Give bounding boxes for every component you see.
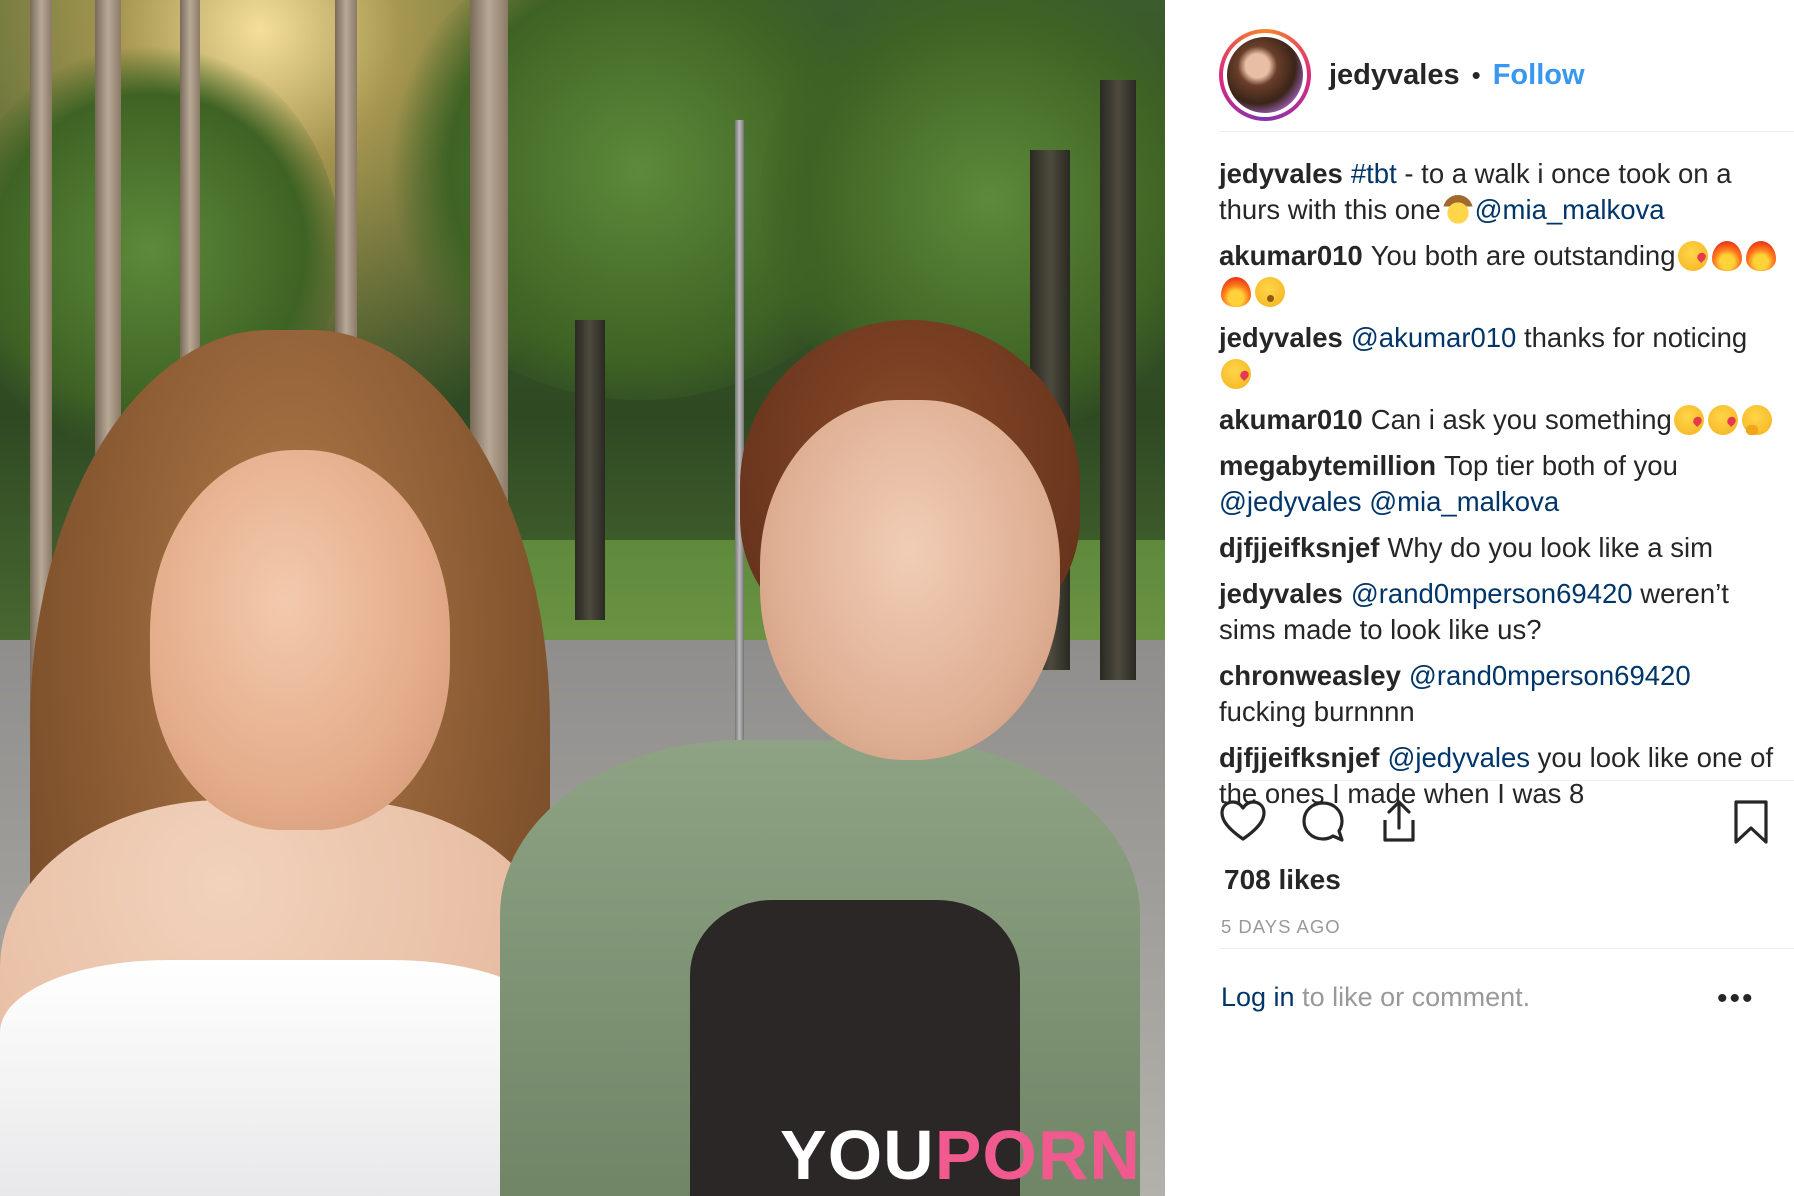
- comment: akumar010 You both are outstanding: [1219, 238, 1779, 310]
- post-timestamp[interactable]: 5 DAYS AGO: [1221, 916, 1341, 938]
- shirt-logo-part1: YOU: [780, 1116, 935, 1194]
- header-separator: •: [1471, 59, 1481, 90]
- comment: chronweasley @rand0mperson69420 fucking b…: [1219, 658, 1779, 730]
- comment: jedyvales @rand0mperson69420 weren’t sims…: [1219, 576, 1779, 648]
- mention-link[interactable]: @akumar010: [1351, 322, 1517, 353]
- comment-username[interactable]: jedyvales: [1219, 158, 1343, 189]
- action-bar: [1219, 798, 1775, 854]
- instagram-post: YOUPORN jedyvales • Follow jedyvales #tbt…: [0, 0, 1794, 1196]
- header-username[interactable]: jedyvales: [1329, 59, 1460, 92]
- kiss-emoji: [1673, 405, 1704, 435]
- fire-emoji: [1745, 241, 1776, 271]
- hashtag-link[interactable]: #tbt: [1351, 158, 1397, 189]
- comment-text: Why do you look like a sim: [1387, 532, 1713, 563]
- avatar-frame: [1223, 33, 1307, 117]
- shirt-logo-part2: PORN: [934, 1116, 1141, 1194]
- comment-username[interactable]: chronweasley: [1219, 660, 1401, 691]
- post-sidebar: jedyvales • Follow jedyvales #tbt - to a …: [1165, 0, 1794, 1196]
- comment-username[interactable]: jedyvales: [1219, 322, 1343, 353]
- whistle-emoji: [1255, 277, 1285, 307]
- heart-icon[interactable]: [1219, 798, 1273, 852]
- comment: megabytemillion Top tier both of you @jed…: [1219, 448, 1779, 520]
- login-suffix: to like or comment.: [1294, 982, 1531, 1012]
- woman-left-white-top: [0, 960, 560, 1196]
- mention-link[interactable]: @jedyvales: [1219, 486, 1362, 517]
- comment-username[interactable]: megabytemillion: [1219, 450, 1436, 481]
- cowboy-emoji: [1442, 195, 1473, 225]
- mention-link[interactable]: @rand0mperson69420: [1409, 660, 1691, 691]
- likes-count[interactable]: 708 likes: [1224, 864, 1341, 896]
- comment: djfjjeifksnjef Why do you look like a sim: [1219, 530, 1779, 566]
- login-prompt: Log in to like or comment.: [1221, 982, 1530, 1013]
- tree-trunk: [575, 320, 605, 620]
- kiss-emoji: [1221, 359, 1251, 389]
- story-ring[interactable]: [1219, 29, 1311, 121]
- comment-text: Can i ask you something: [1370, 404, 1672, 435]
- comment: jedyvales @akumar010 thanks for noticing: [1219, 320, 1779, 392]
- comment-username[interactable]: akumar010: [1219, 404, 1363, 435]
- post-photo[interactable]: YOUPORN: [0, 0, 1165, 1196]
- kiss-emoji: [1707, 405, 1738, 435]
- mention-link[interactable]: @rand0mperson69420: [1351, 578, 1633, 609]
- header-divider: [1219, 131, 1794, 132]
- fire-emoji: [1711, 241, 1742, 271]
- login-link[interactable]: Log in: [1221, 982, 1295, 1012]
- mention-link[interactable]: @jedyvales: [1387, 742, 1530, 773]
- kiss-emoji: [1677, 241, 1708, 271]
- comment-text: You both are outstanding: [1370, 240, 1676, 271]
- comments-divider: [1219, 780, 1794, 781]
- post-header: jedyvales • Follow: [1219, 27, 1585, 123]
- mention-link[interactable]: @mia_malkova: [1475, 194, 1665, 225]
- comment-username[interactable]: djfjjeifksnjef: [1219, 532, 1379, 563]
- tree-trunk: [1100, 80, 1136, 680]
- woman-right-face: [760, 400, 1060, 760]
- woman-left-face: [150, 450, 450, 830]
- share-icon[interactable]: [1375, 798, 1429, 852]
- comments-list: jedyvales #tbt - to a walk i once took on…: [1219, 156, 1779, 822]
- shirt-logo: YOUPORN: [780, 1120, 1141, 1190]
- follow-button[interactable]: Follow: [1493, 59, 1585, 92]
- comment-text: thanks for noticing: [1516, 322, 1748, 353]
- comment: akumar010 Can i ask you something: [1219, 402, 1779, 438]
- more-options-icon[interactable]: •••: [1717, 982, 1755, 1016]
- mention-link[interactable]: @mia_malkova: [1369, 486, 1559, 517]
- comment-icon[interactable]: [1299, 798, 1353, 852]
- comment-username[interactable]: djfjjeifksnjef: [1219, 742, 1379, 773]
- comment-text: fucking burnnnn: [1219, 696, 1415, 727]
- avatar[interactable]: [1227, 37, 1303, 113]
- lamp-post: [735, 120, 744, 760]
- think-emoji: [1741, 405, 1772, 435]
- footer-divider: [1219, 948, 1794, 949]
- bookmark-icon[interactable]: [1727, 798, 1781, 852]
- comment-username[interactable]: jedyvales: [1219, 578, 1343, 609]
- fire-emoji: [1221, 277, 1251, 307]
- comment-text: Top tier both of you: [1444, 450, 1678, 481]
- comment-username[interactable]: akumar010: [1219, 240, 1363, 271]
- comment: jedyvales #tbt - to a walk i once took on…: [1219, 156, 1779, 228]
